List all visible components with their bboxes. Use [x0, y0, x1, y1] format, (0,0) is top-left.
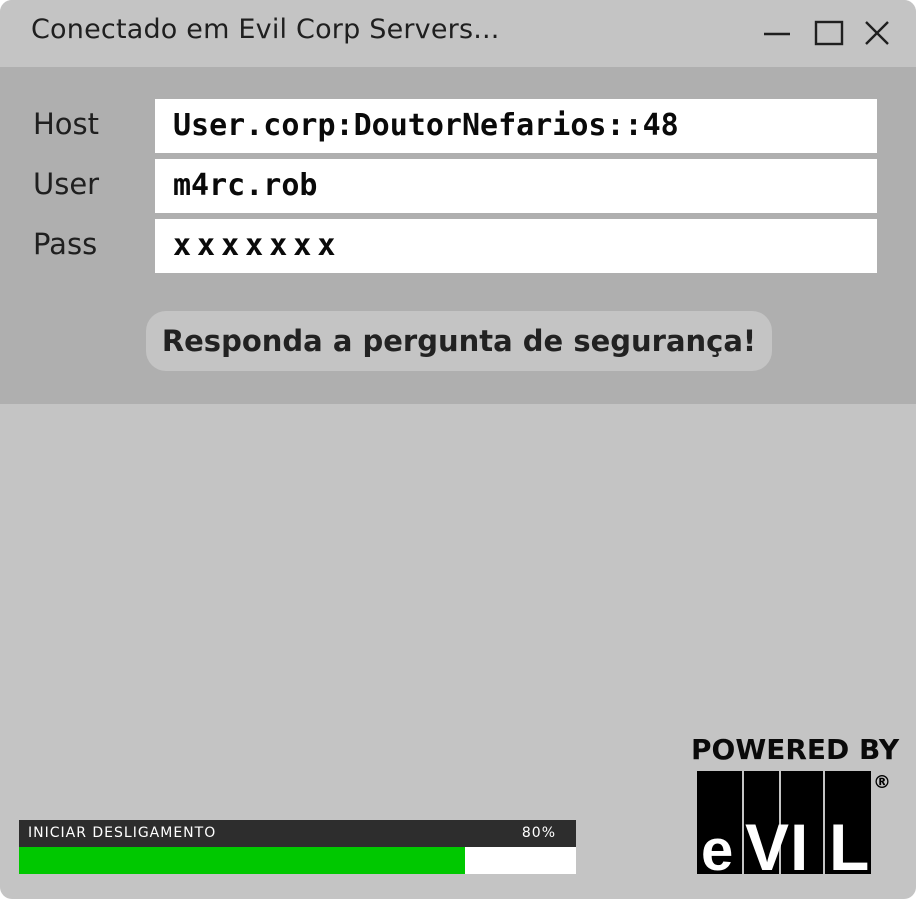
- close-button[interactable]: [860, 16, 894, 50]
- close-icon: [865, 21, 889, 45]
- minimize-icon: [764, 32, 790, 36]
- pass-label: Pass: [33, 227, 98, 261]
- svg-text:®: ®: [873, 772, 891, 793]
- minimize-button[interactable]: [760, 16, 794, 50]
- progress-header: INICIAR DESLIGAMENTO 80%: [19, 820, 576, 847]
- progress-fill: [19, 847, 465, 874]
- app-window: Conectado em Evil Corp Servers... Host U…: [0, 0, 916, 899]
- evil-logo: e V I L ®: [697, 771, 891, 875]
- security-question-button[interactable]: Responda a pergunta de segurança!: [146, 311, 772, 371]
- powered-by-label: POWERED BY: [691, 733, 900, 766]
- svg-text:e: e: [701, 818, 733, 875]
- maximize-button[interactable]: [812, 16, 846, 50]
- evil-logo-graphic: e V I L ®: [697, 771, 891, 875]
- svg-text:V: V: [745, 810, 789, 875]
- user-input[interactable]: m4rc.rob: [155, 159, 877, 213]
- shutdown-label: INICIAR DESLIGAMENTO: [28, 825, 217, 841]
- svg-text:L: L: [829, 810, 869, 875]
- user-label: User: [33, 167, 100, 201]
- svg-text:I: I: [790, 810, 808, 875]
- host-input[interactable]: User.corp:DoutorNefarios::48: [155, 99, 877, 153]
- window-title: Conectado em Evil Corp Servers...: [31, 14, 500, 45]
- progress-track: [19, 847, 576, 874]
- host-label: Host: [33, 107, 100, 141]
- login-panel: Host User.corp:DoutorNefarios::48 User m…: [0, 67, 916, 404]
- shutdown-percent: 80%: [521, 825, 556, 841]
- maximize-icon: [814, 20, 844, 46]
- title-bar[interactable]: Conectado em Evil Corp Servers...: [0, 0, 916, 67]
- shutdown-progress: INICIAR DESLIGAMENTO 80%: [19, 820, 576, 874]
- password-input[interactable]: xxxxxxx: [155, 219, 877, 273]
